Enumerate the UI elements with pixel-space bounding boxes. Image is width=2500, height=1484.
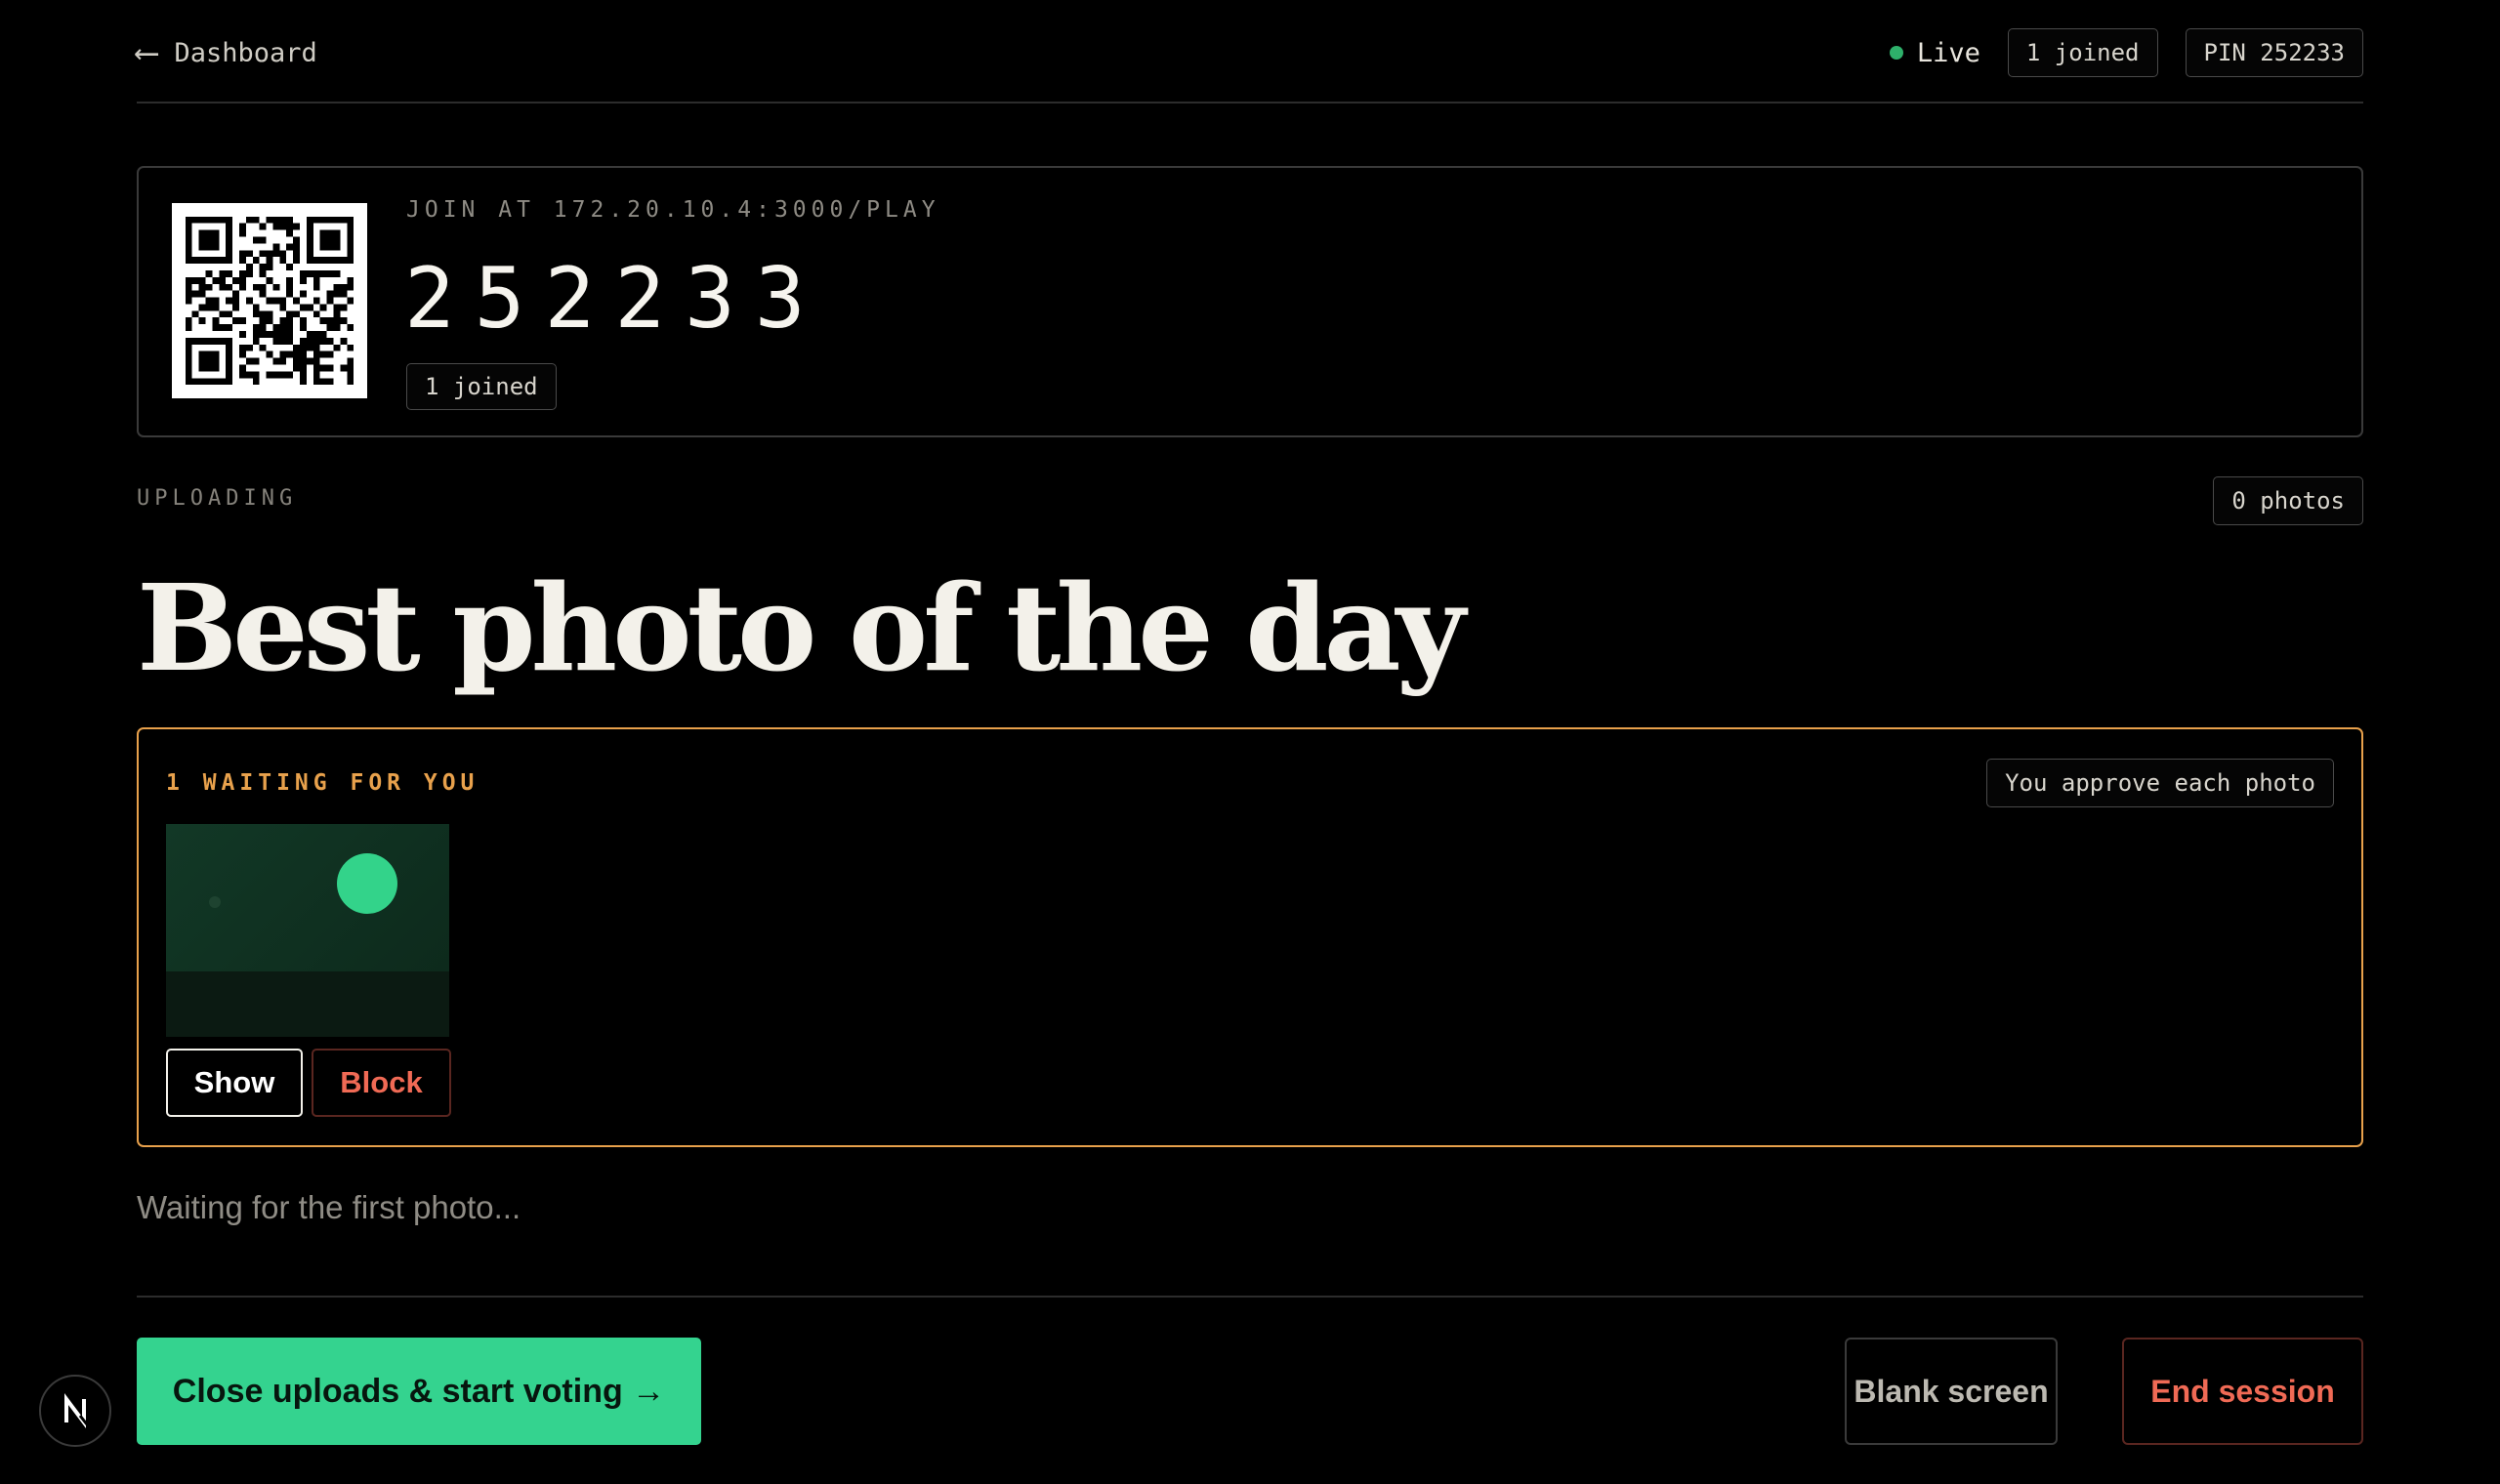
show-photo-button[interactable]: Show bbox=[166, 1049, 303, 1117]
thumbnail-sky bbox=[166, 824, 449, 971]
blank-screen-button[interactable]: Blank screen bbox=[1845, 1338, 2058, 1445]
live-label: Live bbox=[1916, 37, 1980, 68]
join-card: JOIN AT 172.20.10.4:3000/PLAY 252233 1 j… bbox=[137, 166, 2363, 437]
moderation-queue: 1 WAITING FOR YOU You approve each photo… bbox=[137, 727, 2363, 1147]
pin-chip: PIN 252233 bbox=[2185, 28, 2363, 77]
qr-code-icon bbox=[172, 203, 367, 398]
game-pin: 252233 bbox=[404, 250, 825, 348]
join-url-label: JOIN AT 172.20.10.4:3000/PLAY bbox=[406, 197, 940, 223]
arrow-left-icon: ⟵ bbox=[137, 33, 157, 72]
block-photo-button[interactable]: Block bbox=[312, 1049, 451, 1117]
phase-label: UPLOADING bbox=[137, 486, 298, 511]
close-uploads-start-voting-button[interactable]: Close uploads & start voting → bbox=[137, 1338, 701, 1445]
waiting-status-text: Waiting for the first photo... bbox=[137, 1189, 521, 1225]
thumbnail-ground bbox=[166, 971, 449, 1037]
photo-count-chip: 0 photos bbox=[2213, 476, 2363, 525]
top-bar: ⟵ Dashboard Live 1 joined PIN 252233 bbox=[137, 25, 2363, 80]
approval-mode-chip: You approve each photo bbox=[1986, 759, 2334, 807]
pending-photo-thumbnail[interactable] bbox=[166, 824, 449, 1037]
thumbnail-moon bbox=[337, 853, 397, 914]
footer-divider bbox=[137, 1296, 2363, 1298]
moderation-label: 1 WAITING FOR YOU bbox=[166, 770, 479, 796]
thumbnail-star bbox=[209, 896, 221, 908]
next-badge-icon[interactable] bbox=[39, 1375, 111, 1447]
end-session-button[interactable]: End session bbox=[2122, 1338, 2363, 1445]
live-indicator: Live bbox=[1889, 37, 1980, 68]
join-joined-chip: 1 joined bbox=[406, 363, 557, 410]
back-label: Dashboard bbox=[174, 37, 317, 68]
joined-count-chip: 1 joined bbox=[2007, 28, 2158, 77]
header-divider bbox=[137, 102, 2363, 103]
session-status: Live 1 joined PIN 252233 bbox=[1889, 25, 2363, 80]
round-title: Best photo of the day bbox=[137, 557, 1466, 698]
live-dot-icon bbox=[1889, 46, 1903, 60]
back-to-dashboard-link[interactable]: ⟵ Dashboard bbox=[137, 25, 317, 80]
